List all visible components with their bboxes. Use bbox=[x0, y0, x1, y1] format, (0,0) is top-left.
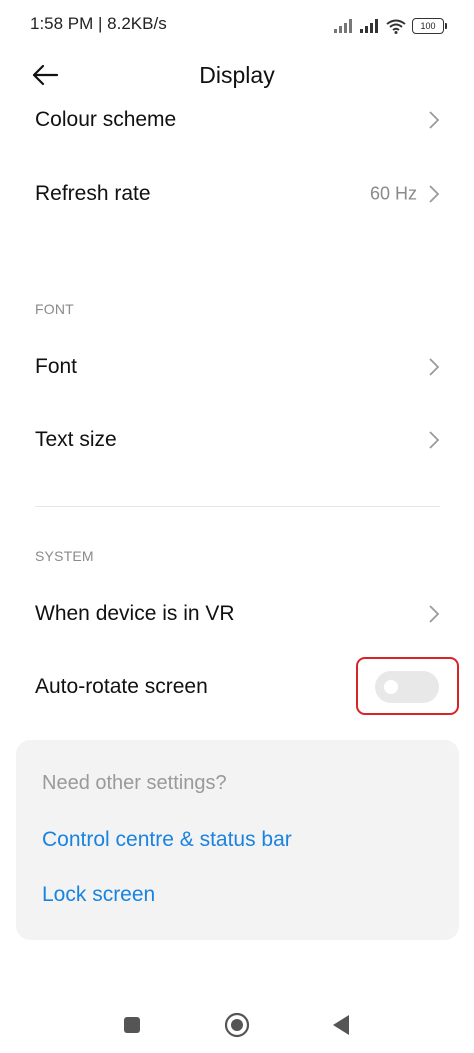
recents-square-icon[interactable] bbox=[124, 1017, 140, 1033]
wifi-icon bbox=[386, 19, 406, 34]
home-circle-icon[interactable] bbox=[224, 1012, 250, 1038]
back-triangle-icon[interactable] bbox=[332, 1014, 350, 1036]
other-settings-card: Need other settings? Control centre & st… bbox=[16, 740, 459, 940]
control-centre-link[interactable]: Control centre & status bar bbox=[42, 828, 292, 852]
vr-row[interactable]: When device is in VR bbox=[0, 584, 474, 644]
section-header-font: FONT bbox=[35, 301, 74, 317]
refresh-rate-label: Refresh rate bbox=[35, 182, 151, 205]
chevron-right-icon bbox=[429, 605, 440, 623]
status-bar: 1:58 PM | 8.2KB/s 100 bbox=[0, 0, 474, 52]
colour-scheme-label: Colour scheme bbox=[35, 108, 177, 131]
auto-rotate-toggle[interactable] bbox=[375, 671, 439, 703]
status-time-speed: 1:58 PM | 8.2KB/s bbox=[30, 14, 167, 33]
chevron-right-icon bbox=[429, 358, 440, 376]
divider bbox=[35, 506, 440, 507]
font-row[interactable]: Font bbox=[0, 337, 474, 397]
chevron-right-icon bbox=[429, 431, 440, 449]
colour-scheme-row[interactable]: Colour scheme bbox=[0, 90, 474, 150]
battery-icon: 100 bbox=[412, 18, 447, 34]
navigation-bar bbox=[0, 995, 474, 1053]
lock-screen-link[interactable]: Lock screen bbox=[42, 883, 155, 907]
status-icons: 100 bbox=[334, 15, 447, 37]
vr-label: When device is in VR bbox=[35, 602, 235, 625]
refresh-rate-value: 60 Hz bbox=[369, 183, 417, 204]
signal-icon bbox=[334, 19, 352, 33]
section-header-system: SYSTEM bbox=[35, 548, 94, 564]
chevron-right-icon bbox=[429, 111, 440, 129]
card-title: Need other settings? bbox=[42, 772, 227, 794]
signal-icon bbox=[360, 19, 378, 33]
toggle-knob bbox=[384, 680, 398, 694]
text-size-row[interactable]: Text size bbox=[0, 410, 474, 470]
text-size-label: Text size bbox=[35, 428, 117, 451]
page-title: Display bbox=[199, 62, 275, 88]
chevron-right-icon bbox=[429, 185, 440, 203]
auto-rotate-label: Auto-rotate screen bbox=[35, 675, 208, 698]
font-label: Font bbox=[35, 355, 78, 378]
refresh-rate-row[interactable]: Refresh rate 60 Hz bbox=[0, 164, 474, 224]
